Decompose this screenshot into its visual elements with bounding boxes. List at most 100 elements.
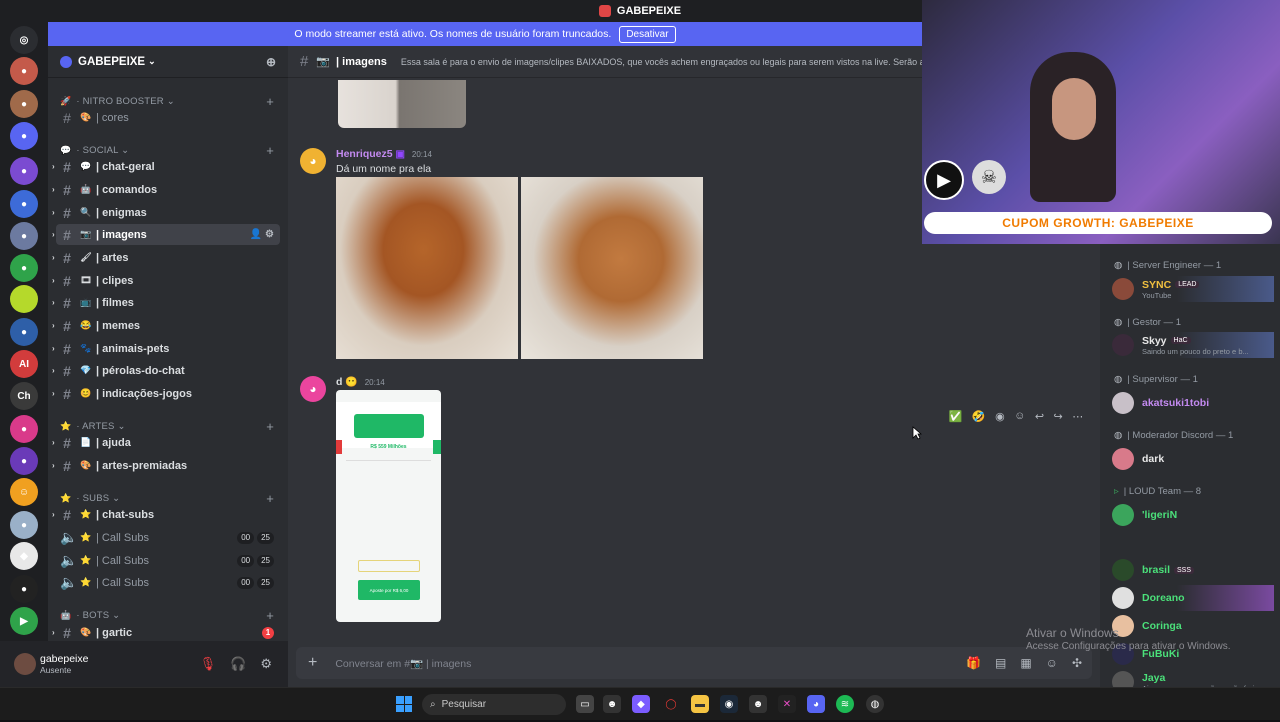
channel-item[interactable]: › # ⭐ | chat-subs (52, 504, 280, 525)
member-item[interactable]: Skyy HaC Saindo um pouco do preto e b... (1112, 332, 1274, 358)
server-icon[interactable]: ● (10, 575, 38, 603)
task-view-icon[interactable]: ▭ (576, 695, 594, 713)
guild-header[interactable]: GABEPEIXE ⌄ ⊕ (48, 46, 288, 78)
server-icon[interactable]: ◎ (10, 26, 38, 54)
channel-item[interactable]: › # 🤖 | comandos (52, 179, 280, 200)
member-item[interactable]: dark (1112, 446, 1274, 472)
gif-icon[interactable]: ▤ (995, 656, 1006, 670)
channel-item[interactable]: › # 🖌 | artes (52, 247, 280, 268)
mute-mic-icon[interactable]: 🎙 (200, 656, 217, 672)
channel-settings-gear-icon[interactable]: ⚙ (265, 229, 274, 240)
dog-image-1[interactable] (336, 177, 518, 359)
member-item[interactable]: SYNC LEAD YouTube (1112, 276, 1274, 302)
emoji-picker-icon[interactable]: ☺ (1046, 656, 1058, 670)
laugh-reaction-icon[interactable]: 🤣 (972, 410, 986, 423)
server-icon[interactable]: ● (10, 90, 38, 118)
windows-start-icon[interactable] (396, 696, 412, 712)
member-item[interactable]: akatsuki1tobi (1112, 390, 1274, 416)
channel-item[interactable]: › # 🎞 | clipes (52, 270, 280, 291)
channel-item[interactable]: › # 🐾 | animais-pets (52, 338, 280, 359)
reaction-icon[interactable]: ◉ (995, 410, 1005, 423)
server-icon[interactable]: ● (10, 415, 38, 443)
message-text: Dá um nome pra ela (336, 163, 432, 175)
apps-icon[interactable]: ✣ (1072, 656, 1082, 670)
channel-item[interactable]: › # 📄 | ajuda (52, 432, 280, 453)
server-icon[interactable]: ● (10, 447, 38, 475)
phone-screenshot-attachment[interactable]: R$ 559 Milhões Aposte por R$ 6,00 (336, 390, 441, 622)
steam-icon[interactable]: ◉ (720, 695, 738, 713)
channel-item-selected[interactable]: › # 📷 | imagens 👤 ⚙ (52, 224, 280, 245)
channel-item[interactable]: # 🎨 | cores (56, 107, 280, 128)
server-icon[interactable]: AI (10, 350, 38, 378)
server-icon[interactable]: ● (10, 222, 38, 250)
gift-icon[interactable]: 🎁 (966, 656, 981, 670)
camera-icon: 📷 (316, 56, 331, 68)
server-icon[interactable]: Ch (10, 382, 38, 410)
voice-channel-item[interactable]: 🔈 ⭐ | Call Subs 00 25 (56, 550, 280, 571)
settings-gear-icon[interactable]: ⚙ (260, 656, 272, 672)
member-item[interactable]: brasil SSS (1112, 557, 1274, 583)
checkmark-reaction-icon[interactable]: ✅ (949, 410, 963, 423)
channel-item[interactable]: › # 💎 | pérolas-do-chat (52, 360, 280, 381)
channel-item[interactable]: › # 😊 | indicações-jogos (52, 383, 280, 404)
server-icon[interactable]: ● (10, 511, 38, 539)
app-icon[interactable]: ☻ (603, 695, 621, 713)
channel-item[interactable]: › # 🎨 | artes-premiadas (52, 455, 280, 476)
hash-icon: # (63, 204, 71, 221)
capcut-icon[interactable]: ✕ (778, 695, 796, 713)
server-icon[interactable]: ● (10, 190, 38, 218)
create-channel-plus-icon[interactable]: + (266, 608, 274, 623)
server-icon[interactable]: ● (10, 122, 38, 150)
channel-emoji: 🐾 (80, 343, 92, 353)
obs-icon[interactable]: ◍ (866, 695, 884, 713)
deafen-icon[interactable]: 🎧 (230, 656, 246, 672)
file-explorer-icon[interactable]: ▬ (691, 695, 709, 713)
discord-avatar-icon[interactable]: ◕ (300, 148, 326, 174)
taskbar-search[interactable]: ⌕ Pesquisar (422, 694, 566, 715)
copilot-icon[interactable]: ◆ (632, 695, 650, 713)
channel-item[interactable]: › # 😂 | memes (52, 315, 280, 336)
forward-icon[interactable]: ↪ (1054, 410, 1063, 423)
dog-image-2[interactable] (521, 177, 703, 359)
server-icon[interactable]: ● (10, 157, 38, 185)
app-icon[interactable]: ☻ (749, 695, 767, 713)
message-time: 20:14 (364, 378, 385, 387)
disable-streamer-button[interactable]: Desativar (619, 25, 676, 43)
message-author[interactable]: Henriquez5 ▣ 20:14 (336, 148, 432, 160)
server-icon[interactable]: ▶ (10, 607, 38, 635)
channel-arrow-icon: › (52, 628, 55, 637)
message-author[interactable]: d 😶 20:14 (336, 376, 385, 388)
discord-avatar-icon[interactable]: ◕ (300, 376, 326, 402)
spotify-icon[interactable]: ≋ (836, 695, 854, 713)
channel-item[interactable]: › # 🎨 | gartic 1 (52, 622, 280, 643)
server-icon[interactable]: ☺ (10, 478, 38, 506)
message-composer[interactable]: + Conversar em #📷 | imagens 🎁 ▤ ▦ ☺ ✣ (296, 647, 1092, 679)
server-icon[interactable] (10, 285, 38, 313)
voice-channel-item[interactable]: 🔈 ⭐ | Call Subs 00 25 (56, 572, 280, 593)
server-icon[interactable]: ◆ (10, 542, 38, 570)
add-member-icon[interactable]: 👤 (250, 229, 262, 240)
member-item[interactable]: 'ligeriN (1112, 502, 1274, 528)
reply-icon[interactable]: ↩ (1035, 410, 1044, 423)
server-icon[interactable]: ● (10, 254, 38, 282)
server-icon[interactable]: ● (10, 57, 38, 85)
channel-item[interactable]: › # 🔍 | enigmas (52, 202, 280, 223)
attach-plus-icon[interactable]: + (308, 654, 317, 672)
category-header[interactable]: 🤖 · BOTS ⌄ + (48, 607, 288, 623)
add-reaction-icon[interactable]: ☺ (1014, 410, 1025, 422)
channel-item[interactable]: › # 💬 | chat-geral (52, 156, 280, 177)
channel-name: | filmes (96, 296, 134, 309)
previous-image-attachment[interactable] (338, 80, 466, 128)
voice-channel-item[interactable]: 🔈 ⭐ | Call Subs 00 25 (56, 527, 280, 548)
opera-gx-icon[interactable]: ◯ (662, 695, 680, 713)
member-avatar (1112, 559, 1134, 581)
channel-item[interactable]: › # 📺 | filmes (52, 292, 280, 313)
server-icon[interactable]: ● (10, 318, 38, 346)
sticker-icon[interactable]: ▦ (1020, 656, 1031, 670)
more-options-icon[interactable]: ⋯ (1072, 410, 1083, 423)
discord-icon[interactable]: ◕ (807, 695, 825, 713)
invite-people-icon[interactable]: ⊕ (266, 55, 276, 69)
hash-icon: # (300, 53, 309, 70)
user-avatar[interactable] (14, 653, 36, 675)
member-item[interactable]: Doreano (1112, 585, 1274, 611)
